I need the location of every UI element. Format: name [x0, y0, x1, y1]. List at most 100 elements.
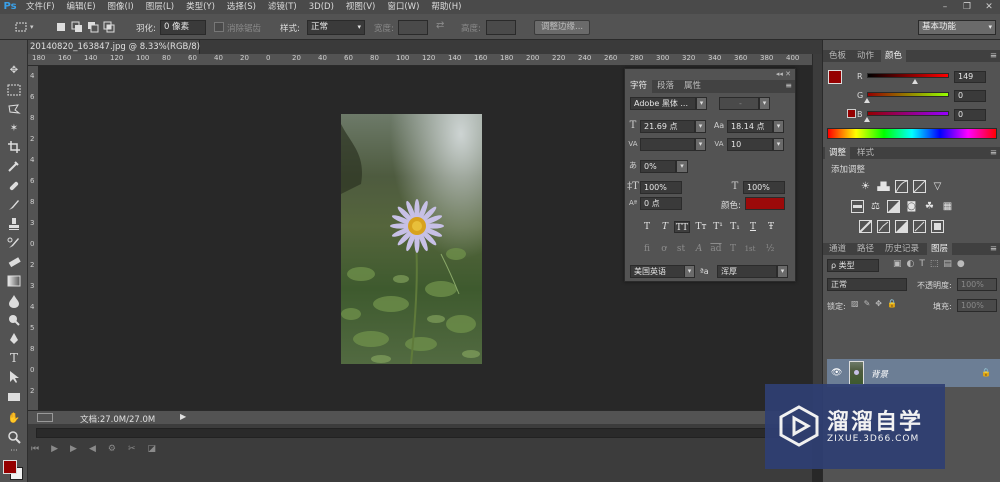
hue-saturation-icon[interactable] — [851, 200, 864, 213]
tab-actions[interactable]: 动作 — [853, 50, 878, 62]
old-style-button[interactable]: ơ — [657, 243, 671, 255]
split-icon[interactable]: ✂ — [128, 444, 148, 454]
rect-marquee-icon[interactable] — [14, 20, 28, 34]
add-selection-icon[interactable] — [70, 20, 84, 34]
clone-stamp-tool-icon[interactable] — [5, 216, 23, 232]
black-white-icon[interactable] — [887, 200, 900, 213]
dodge-tool-icon[interactable] — [5, 312, 23, 328]
faux-italic-button[interactable]: T — [658, 221, 672, 233]
lock-position-icon[interactable]: ✥ — [875, 299, 887, 308]
menu-item[interactable]: 窗口(W) — [381, 0, 425, 14]
eyedropper-tool-icon[interactable] — [5, 158, 23, 174]
tab-color[interactable]: 颜色 — [881, 50, 907, 62]
tab-paragraph[interactable]: 段落 — [652, 80, 679, 93]
panel-menu-icon[interactable]: ≡ — [986, 147, 1000, 159]
fractions-button[interactable]: ½ — [763, 243, 777, 255]
blue-value-input[interactable]: 0 — [954, 109, 986, 121]
font-style-select[interactable]: - — [719, 97, 759, 110]
zoom-tool-icon[interactable] — [5, 429, 23, 445]
antialias-select[interactable]: 浑厚 — [717, 265, 777, 278]
tab-styles[interactable]: 样式 — [853, 147, 878, 159]
status-menu-arrow-icon[interactable]: ▶ — [180, 412, 186, 421]
width-input[interactable] — [398, 20, 428, 35]
vibrance-icon[interactable]: ▽ — [931, 180, 944, 193]
ligatures-button[interactable]: fi — [640, 243, 654, 255]
subscript-button[interactable]: T₁ — [728, 221, 742, 233]
blur-tool-icon[interactable] — [5, 293, 23, 309]
document-tab[interactable]: 20140820_163847.jpg @ 8.33%(RGB/8) ✕ — [28, 40, 213, 54]
small-caps-button[interactable]: Tт — [694, 221, 708, 233]
out-of-gamut-warning-icon[interactable] — [847, 109, 856, 118]
lock-image-icon[interactable]: ✎ — [864, 299, 876, 308]
color-lookup-icon[interactable]: ▦ — [941, 200, 954, 213]
adjustment-filter-icon[interactable]: ◐ — [907, 259, 920, 269]
swash-button[interactable]: A — [692, 243, 706, 255]
path-select-tool-icon[interactable] — [5, 369, 23, 385]
stylistic-alternates-button[interactable]: ad — [709, 243, 723, 255]
horizontal-scale-input[interactable]: 100% — [743, 181, 785, 194]
exposure-icon[interactable] — [913, 180, 926, 193]
tab-properties[interactable]: 属性 — [679, 80, 706, 93]
lock-all-icon[interactable]: 🔒 — [887, 299, 902, 308]
pixel-filter-icon[interactable]: ▣ — [893, 259, 907, 269]
curves-icon[interactable] — [895, 180, 908, 193]
superscript-button[interactable]: T¹ — [711, 221, 725, 233]
green-slider-thumb[interactable] — [864, 98, 870, 103]
menu-item[interactable]: 选择(S) — [221, 0, 262, 14]
panel-collapse-icon[interactable]: ◂◂ ✕ — [776, 70, 791, 78]
intersect-selection-icon[interactable] — [102, 20, 116, 34]
posterize-icon[interactable] — [877, 220, 890, 233]
tab-character[interactable]: 字符 — [625, 80, 653, 93]
first-frame-icon[interactable]: ⏮ — [31, 444, 51, 454]
tab-channels[interactable]: 通道 — [825, 243, 850, 255]
more-tools-icon[interactable]: ··· — [5, 446, 23, 455]
menu-item[interactable]: 视图(V) — [340, 0, 381, 14]
subtract-selection-icon[interactable] — [86, 20, 100, 34]
foreground-color-swatch[interactable] — [3, 460, 17, 474]
menu-item[interactable]: 图像(I) — [102, 0, 140, 14]
lock-transparent-icon[interactable]: ▨ — [851, 299, 864, 308]
brightness-contrast-icon[interactable]: ☀ — [859, 180, 872, 193]
antialias-checkbox[interactable] — [214, 22, 224, 32]
discretionary-ligatures-button[interactable]: st — [674, 243, 688, 255]
tab-adjustments[interactable]: 调整 — [825, 147, 851, 159]
menu-item[interactable]: 文件(F) — [20, 0, 61, 14]
vertical-scale-input[interactable]: 100% — [640, 181, 682, 194]
hand-tool-icon[interactable]: ✋ — [5, 410, 23, 426]
quick-select-tool-icon[interactable]: ✶ — [5, 120, 23, 136]
type-filter-icon[interactable]: T — [919, 259, 930, 269]
layer-filter-select[interactable]: ρ 类型 — [827, 259, 879, 272]
font-size-input[interactable]: 21.69 点 — [640, 120, 695, 133]
restore-button[interactable]: ❐ — [956, 0, 978, 14]
antialias-dropdown-icon[interactable]: ▾ — [777, 265, 788, 278]
opacity-input[interactable]: 100% — [957, 278, 997, 291]
font-family-dropdown-icon[interactable]: ▾ — [696, 97, 707, 110]
shape-filter-icon[interactable]: ⬚ — [930, 259, 944, 269]
eraser-tool-icon[interactable] — [5, 254, 23, 270]
photo-filter-icon[interactable]: ◙ — [905, 200, 918, 213]
menu-item[interactable]: 图层(L) — [140, 0, 180, 14]
brush-tool-icon[interactable] — [5, 197, 23, 213]
strikethrough-button[interactable]: Ŧ — [764, 221, 778, 233]
menu-item[interactable]: 编辑(E) — [61, 0, 102, 14]
panel-menu-icon[interactable]: ≡ — [986, 243, 1000, 255]
style-select[interactable]: 正常 ▾ — [307, 20, 365, 35]
document-image[interactable] — [341, 114, 482, 364]
tracking-dropdown-icon[interactable]: ▾ — [773, 138, 784, 151]
canvas-vertical-scrollbar[interactable] — [812, 54, 822, 424]
blue-slider[interactable] — [867, 111, 949, 116]
font-family-select[interactable]: Adobe 黑体 ... — [630, 97, 696, 110]
red-value-input[interactable]: 149 — [954, 71, 986, 83]
zoom-level-box[interactable] — [37, 413, 53, 422]
titling-alternates-button[interactable]: T — [726, 243, 740, 255]
faux-bold-button[interactable]: T — [640, 221, 654, 233]
language-select[interactable]: 美国英语 — [630, 265, 690, 278]
channel-mixer-icon[interactable]: ☘ — [923, 200, 936, 213]
next-frame-icon[interactable]: ◀ — [89, 444, 108, 454]
selective-color-icon[interactable] — [931, 220, 944, 233]
rectangle-tool-icon[interactable] — [5, 389, 23, 405]
underline-button[interactable]: T — [746, 221, 760, 233]
gradient-map-icon[interactable] — [913, 220, 926, 233]
feather-input[interactable]: 0 像素 — [160, 20, 206, 35]
leading-input[interactable]: 18.14 点 — [727, 120, 773, 133]
